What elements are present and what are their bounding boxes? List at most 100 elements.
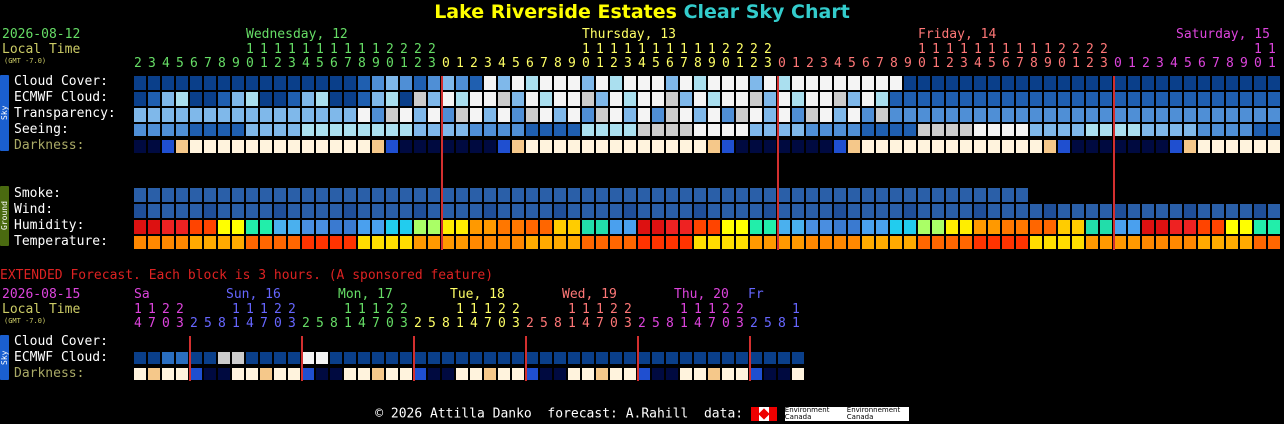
extended-hour-units: 3 (288, 316, 296, 331)
row-label-temperature: Temperature: (14, 234, 108, 249)
wind-cell (512, 204, 524, 218)
cloud-cover-cell (190, 76, 202, 90)
transparency-cell (652, 108, 664, 122)
seeing-cell (610, 124, 622, 136)
transparency-cell (1100, 108, 1112, 122)
row-label-ecmwf-cloud: ECMWF Cloud: (14, 90, 108, 105)
transparency-cell (750, 108, 762, 122)
extended-ecmwf-cell (554, 352, 566, 364)
hour-units: 6 (526, 56, 534, 71)
seeing-cell (1226, 124, 1238, 136)
transparency-cell (708, 108, 720, 122)
wind-cell (232, 204, 244, 218)
smoke-cell (274, 188, 286, 202)
extended-darkness-cell (428, 368, 440, 380)
temperature-cell (1198, 236, 1210, 249)
day-label: Saturday, 15 (1176, 27, 1270, 42)
temperature-cell (876, 236, 888, 249)
temperature-cell (918, 236, 930, 249)
cloud-cover-cell (1226, 76, 1238, 90)
hour-units: 5 (988, 56, 996, 71)
temperature-cell (820, 236, 832, 249)
extended-day-label: Thu, 20 (674, 287, 729, 302)
cloud-cover-cell (1072, 76, 1084, 90)
hour-tens: 2 (414, 42, 422, 57)
hour-units: 2 (414, 56, 422, 71)
humidity-cell (484, 220, 496, 234)
seeing-cell (568, 124, 580, 136)
smoke-cell (932, 188, 944, 202)
ecmwf-cloud-cell (1100, 92, 1112, 106)
transparency-cell (904, 108, 916, 122)
temperature-cell (974, 236, 986, 249)
transparency-cell (1072, 108, 1084, 122)
hour-units: 8 (218, 56, 226, 71)
darkness-cell (1058, 140, 1070, 153)
cloud-cover-cell (862, 76, 874, 90)
ecmwf-cloud-cell (428, 92, 440, 106)
extended-hour-units: 4 (358, 316, 366, 331)
transparency-cell (596, 108, 608, 122)
temperature-cell (1268, 236, 1280, 249)
transparency-cell (1254, 108, 1266, 122)
transparency-cell (932, 108, 944, 122)
temperature-cell (582, 236, 594, 249)
ecmwf-cloud-cell (512, 92, 524, 106)
extended-hour-tens: 1 (134, 302, 142, 317)
extended-midnight-divider (301, 336, 303, 381)
seeing-cell (540, 124, 552, 136)
ecmwf-cloud-cell (358, 92, 370, 106)
extended-darkness-cell (512, 368, 524, 380)
extended-banner[interactable]: EXTENDED Forecast. Each block is 3 hours… (0, 269, 493, 283)
temperature-cell (848, 236, 860, 249)
darkness-cell (932, 140, 944, 153)
environment-canada-logo[interactable]: Environment Canada (784, 407, 847, 421)
midnight-divider (1113, 76, 1115, 250)
extended-darkness-cell (414, 368, 426, 380)
darkness-cell (358, 140, 370, 153)
hour-tens: 2 (400, 42, 408, 57)
seeing-cell (582, 124, 594, 136)
row-label-seeing: Seeing: (14, 122, 69, 137)
extended-ecmwf-cell (680, 352, 692, 364)
extended-darkness-cell (204, 368, 216, 380)
smoke-cell (218, 188, 230, 202)
transparency-cell (1142, 108, 1154, 122)
hour-units: 3 (148, 56, 156, 71)
wind-cell (400, 204, 412, 218)
cloud-cover-cell (1212, 76, 1224, 90)
humidity-cell (988, 220, 1000, 234)
hour-tens: 1 (652, 42, 660, 57)
cloud-cover-cell (708, 76, 720, 90)
hour-tens: 2 (1100, 42, 1108, 57)
extended-hour-tens: 2 (274, 302, 282, 317)
hour-units: 1 (1128, 56, 1136, 71)
page-title: Lake Riverside Estates Clear Sky Chart (0, 1, 1284, 23)
ecmwf-cloud-cell (1268, 92, 1280, 106)
humidity-cell (134, 220, 146, 234)
wind-cell (596, 204, 608, 218)
extended-hour-units: 1 (792, 316, 800, 331)
extended-hour-units: 5 (316, 316, 324, 331)
forecast-credit[interactable]: forecast: A.Rahill (547, 407, 688, 422)
seeing-cell (652, 124, 664, 136)
cloud-cover-cell (792, 76, 804, 90)
seeing-cell (204, 124, 216, 136)
smoke-cell (288, 188, 300, 202)
extended-hour-units: 8 (554, 316, 562, 331)
humidity-cell (1170, 220, 1182, 234)
smoke-cell (512, 188, 524, 202)
extended-ecmwf-cell (540, 352, 552, 364)
extended-darkness-cell (386, 368, 398, 380)
humidity-cell (1226, 220, 1238, 234)
ecmwf-cloud-cell (148, 92, 160, 106)
smoke-cell (204, 188, 216, 202)
seeing-cell (526, 124, 538, 136)
darkness-cell (1016, 140, 1028, 153)
environnement-canada-logo[interactable]: Environnement Canada (846, 407, 909, 421)
darkness-cell (204, 140, 216, 153)
extended-darkness-cell (232, 368, 244, 380)
extended-darkness-cell (624, 368, 636, 380)
extended-ecmwf-cell (190, 352, 202, 364)
darkness-cell (1212, 140, 1224, 153)
